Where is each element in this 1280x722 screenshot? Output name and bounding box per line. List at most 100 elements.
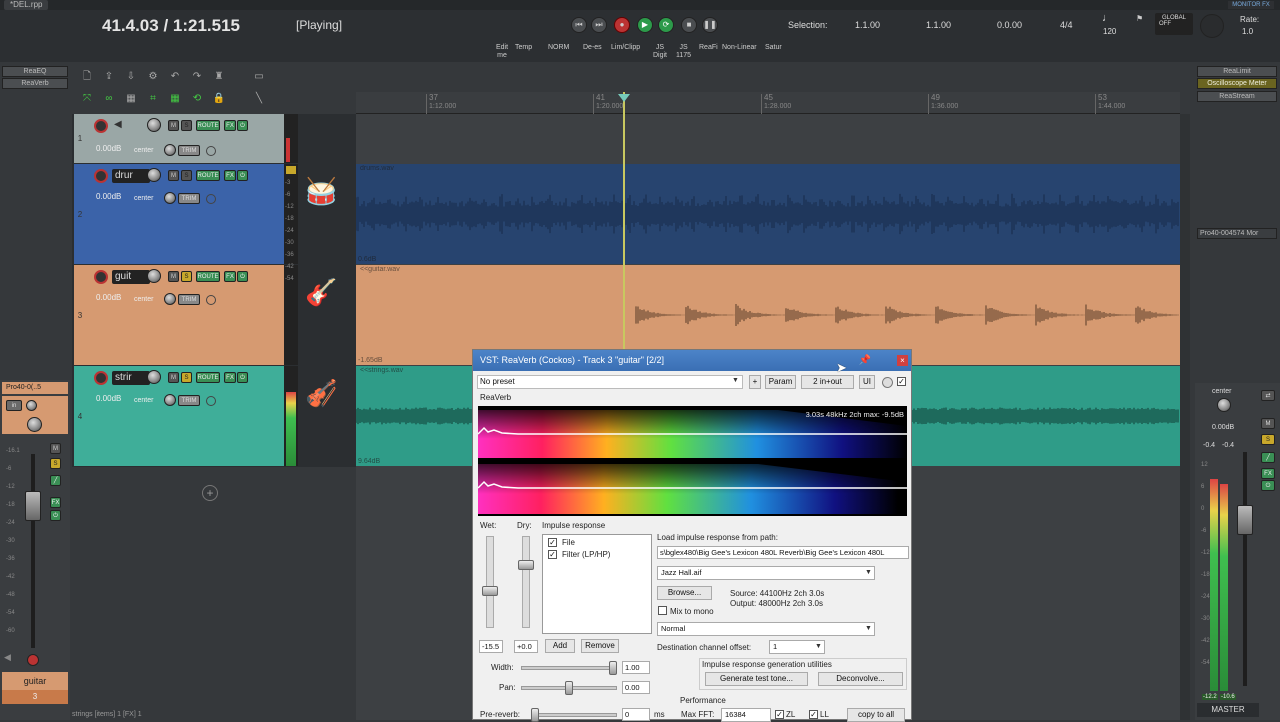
fx-power-icon[interactable]: ⏻ [237, 120, 248, 131]
dry-slider-thumb[interactable] [518, 560, 534, 570]
record-arm-button[interactable] [94, 371, 108, 385]
ui-button[interactable]: UI [859, 375, 875, 389]
window-icon[interactable]: ▭ [252, 71, 266, 83]
solo-button[interactable]: S [181, 120, 192, 131]
go-end-icon[interactable]: ⏭ [591, 17, 607, 33]
ir-spectrogram[interactable]: 3.03s 48kHz 2ch max: -9.5dB [477, 406, 907, 516]
track-header-3[interactable]: 3 guit M S ROUTE FX ⏻ 0.00dB center TRIM [74, 265, 284, 365]
dry-value-field[interactable]: +0.0 [514, 640, 538, 653]
ir-file-select[interactable]: Jazz Hall.aif [657, 566, 875, 580]
master-fx-power[interactable]: ⏻ [1261, 480, 1275, 491]
solo-button[interactable]: S [181, 372, 192, 383]
pan-knob[interactable] [164, 394, 176, 406]
pan-knob[interactable] [164, 192, 176, 204]
wet-slider-thumb[interactable] [482, 586, 498, 596]
remove-button[interactable]: Remove [581, 639, 619, 653]
mixer-left-fx-power[interactable]: ⏻ [50, 510, 61, 521]
track-name[interactable]: drur [112, 169, 150, 183]
monitor-fx-badge[interactable]: MONITOR FX [1228, 1, 1274, 9]
route-button[interactable]: ROUTE [196, 271, 220, 282]
pan-knob[interactable] [164, 144, 176, 156]
zl-checkbox[interactable]: ✓ [775, 710, 784, 719]
add-track-icon[interactable]: + [202, 485, 218, 501]
mixer-left-width-knob[interactable] [27, 417, 42, 432]
deconvolve-button[interactable]: Deconvolve... [818, 672, 903, 686]
ripple-icon[interactable]: ⤧ [80, 93, 94, 105]
link-icon[interactable]: ∞ [102, 93, 116, 105]
selection-end[interactable]: 1.1.00 [926, 20, 951, 30]
io-button[interactable]: 2 in+out [801, 375, 854, 389]
bpm-display[interactable]: 120 [1103, 27, 1116, 36]
track-volume-knob[interactable] [147, 370, 161, 384]
envelope-icon[interactable] [206, 146, 216, 156]
save-icon[interactable]: ⇩ [124, 71, 138, 83]
right-fx-realimit[interactable]: ReaLimit [1197, 66, 1277, 77]
right-fx-reastream[interactable]: ReaStream [1197, 91, 1277, 102]
width-slider[interactable] [521, 666, 617, 670]
fx-button[interactable]: FX [224, 271, 236, 282]
prereverb-slider[interactable] [531, 713, 617, 717]
quick-fx-button-0[interactable]: Edit me [496, 44, 508, 60]
metronome-icon[interactable]: ♩ [1102, 12, 1113, 24]
add-button[interactable]: Add [545, 639, 575, 653]
trim-button[interactable]: TRIM [178, 145, 200, 156]
track-name[interactable]: guit [112, 270, 150, 284]
track-lane-1[interactable] [356, 114, 1180, 163]
mixer-left-input-knob[interactable] [26, 400, 37, 411]
mixer-left-plugin[interactable]: Pro40-0(..5 [2, 382, 68, 394]
fx-power-icon[interactable]: ⏻ [237, 170, 248, 181]
snap-icon[interactable]: ⌗ [146, 93, 160, 105]
ir-path-field[interactable]: s\bglex480\Big Gee's Lexicon 480L Reverb… [657, 546, 909, 559]
quick-fx-button-8[interactable]: Non-Linear [722, 44, 757, 52]
ir-filter-checkbox[interactable]: ✓ [548, 550, 557, 559]
project-tab[interactable]: *DEL.rpp [4, 0, 49, 10]
mute-button[interactable]: M [168, 120, 179, 131]
quick-fx-button-1[interactable]: Temp [515, 44, 532, 52]
mixer-left-s-button[interactable]: S [50, 458, 61, 469]
master-m-button[interactable]: M [1261, 418, 1275, 429]
repeat-button[interactable]: ⟳ [658, 17, 674, 33]
quick-fx-button-2[interactable]: NORM [548, 44, 569, 52]
quick-fx-button-7[interactable]: ReaFi [699, 44, 718, 52]
track-header-4[interactable]: 4 strir M S ROUTE FX ⏻ 0.00dB center TRIM [74, 366, 284, 466]
ir-file-checkbox[interactable]: ✓ [548, 538, 557, 547]
ir-filter-label[interactable]: Filter (LP/HP) [562, 550, 610, 559]
quick-fx-button-9[interactable]: Satur [765, 44, 782, 52]
left-fx-reaeq[interactable]: ReaEQ [2, 66, 68, 77]
fx-button[interactable]: FX [224, 170, 236, 181]
trim-button[interactable]: TRIM [178, 294, 200, 305]
metronome-toggle-icon[interactable]: ♜ [212, 71, 226, 83]
envelope-icon[interactable] [206, 295, 216, 305]
master-pan-knob[interactable] [1217, 398, 1231, 412]
generate-tone-button[interactable]: Generate test tone... [705, 672, 808, 686]
redo-icon[interactable]: ↷ [190, 71, 204, 83]
dry-slider[interactable] [522, 536, 530, 628]
preset-select[interactable]: No preset [477, 375, 743, 389]
master-s-button[interactable]: S [1261, 434, 1275, 445]
preset-add-button[interactable]: + [749, 375, 761, 389]
lock-icon[interactable]: 🔒 [212, 93, 226, 105]
undo-icon[interactable]: ↶ [168, 71, 182, 83]
mute-button[interactable]: M [168, 170, 179, 181]
grid-snap-icon[interactable]: ▦ [168, 93, 182, 105]
trim-button[interactable]: TRIM [178, 193, 200, 204]
mixer-left-fx-button[interactable]: FX [50, 497, 61, 508]
mixer-left-track-name[interactable]: guitar [2, 672, 68, 690]
grid-icon[interactable]: ▦ [124, 93, 138, 105]
quick-fx-button-5[interactable]: JS Digit [653, 44, 667, 60]
mixer-left-record-arm[interactable] [27, 654, 39, 666]
selection-length[interactable]: 0.0.00 [997, 20, 1022, 30]
route-button[interactable]: ROUTE [196, 170, 220, 181]
play-cursor-marker-icon[interactable] [618, 94, 630, 102]
mute-button[interactable]: M [168, 271, 179, 282]
record-button[interactable]: ● [614, 17, 630, 33]
quick-fx-button-4[interactable]: Lim/Clipp [611, 44, 640, 52]
ir-list[interactable]: ✓ File ✓ Filter (LP/HP) [542, 534, 652, 634]
mute-button[interactable]: M [168, 372, 179, 383]
master-fader[interactable] [1237, 505, 1253, 535]
prereverb-value-field[interactable]: 0 [622, 708, 650, 721]
pin-icon[interactable]: 📌 [859, 355, 871, 366]
time-display[interactable]: 41.4.03 / 1:21.515 [102, 16, 240, 36]
width-value-field[interactable]: 1.00 [622, 661, 650, 674]
mode-select[interactable]: Normal [657, 622, 875, 636]
